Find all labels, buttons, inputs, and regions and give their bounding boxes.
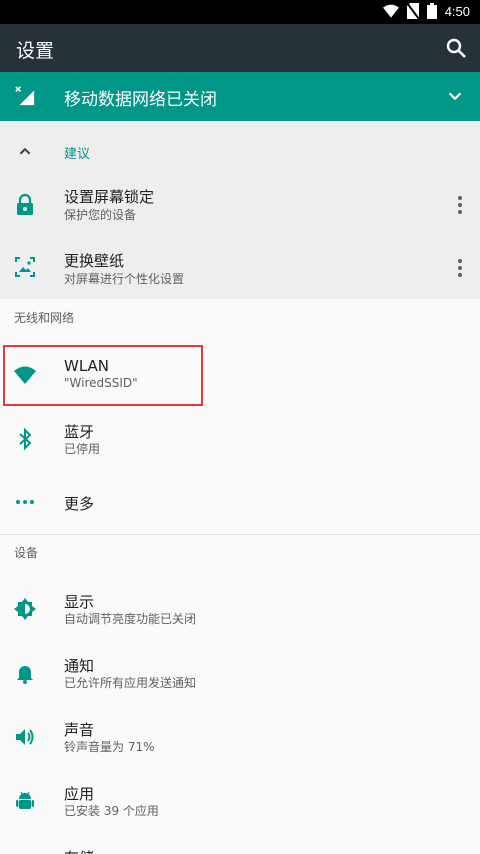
section-header-device: 设备 xyxy=(14,546,39,560)
battery-icon xyxy=(426,3,437,19)
suggestion-wallpaper[interactable]: 更换壁纸 对屏幕进行个性化设置 xyxy=(0,237,480,299)
display-title: 显示 xyxy=(64,593,95,611)
settings-item-bluetooth[interactable]: 蓝牙 已停用 xyxy=(0,408,480,470)
highlight-box xyxy=(3,345,203,406)
search-icon[interactable] xyxy=(444,36,468,60)
page-title: 设置 xyxy=(16,40,55,62)
mobile-data-off-banner[interactable]: 移动数据网络已关闭 xyxy=(0,72,480,121)
banner-text: 移动数据网络已关闭 xyxy=(64,90,217,110)
bell-icon xyxy=(17,666,33,684)
suggestion-title: 设置屏幕锁定 xyxy=(64,188,155,206)
wallpaper-icon xyxy=(15,257,35,277)
clock: 4:50 xyxy=(444,3,470,19)
suggestion-subtitle: 对屏幕进行个性化设置 xyxy=(64,272,185,286)
storage-title: 存储 xyxy=(64,847,94,854)
notifications-subtitle: 已允许所有应用发送通知 xyxy=(64,676,197,690)
brightness-icon xyxy=(14,598,36,620)
status-bar: 4:50 xyxy=(0,0,480,24)
status-icons: 4:50 xyxy=(382,3,470,19)
section-divider xyxy=(0,534,480,535)
more-title: 更多 xyxy=(64,495,95,513)
bluetooth-subtitle: 已停用 xyxy=(64,442,101,456)
app-bar: 设置 xyxy=(0,24,480,72)
settings-item-sound[interactable]: 声音 铃声音量为 71% xyxy=(0,706,480,768)
mobile-data-off-icon xyxy=(15,86,35,106)
apps-title: 应用 xyxy=(64,785,95,803)
notifications-title: 通知 xyxy=(64,657,95,675)
lock-icon xyxy=(17,193,33,215)
section-header-wireless: 无线和网络 xyxy=(14,311,75,325)
chevron-up-icon[interactable] xyxy=(14,140,36,162)
sound-subtitle: 铃声音量为 71% xyxy=(64,740,155,754)
settings-item-more[interactable]: 更多 xyxy=(0,471,480,533)
settings-item-display[interactable]: 显示 自动调节亮度功能已关闭 xyxy=(0,578,480,640)
more-horiz-icon xyxy=(16,500,34,504)
apps-subtitle: 已安装 39 个应用 xyxy=(64,804,159,818)
bluetooth-icon xyxy=(19,427,32,451)
wifi-signal-icon xyxy=(382,4,399,18)
no-sim-icon xyxy=(406,3,419,19)
bluetooth-title: 蓝牙 xyxy=(64,423,95,441)
suggestion-subtitle: 保护您的设备 xyxy=(64,208,137,222)
settings-item-notifications[interactable]: 通知 已允许所有应用发送通知 xyxy=(0,642,480,704)
settings-item-storage[interactable]: 存储 xyxy=(0,834,480,854)
settings-item-apps[interactable]: 应用 已安装 39 个应用 xyxy=(0,770,480,832)
sound-title: 声音 xyxy=(64,721,95,739)
android-icon xyxy=(16,791,34,809)
suggestion-title: 更换壁纸 xyxy=(64,252,125,270)
suggestions-panel: 建议 设置屏幕锁定 保护您的设备 更换壁纸 对屏幕进行个性化设置 xyxy=(0,121,480,299)
display-subtitle: 自动调节亮度功能已关闭 xyxy=(64,612,197,626)
more-vert-icon[interactable] xyxy=(450,256,470,280)
more-vert-icon[interactable] xyxy=(450,193,470,217)
volume-icon xyxy=(16,729,34,745)
suggestions-header: 建议 xyxy=(64,147,91,162)
suggestion-screen-lock[interactable]: 设置屏幕锁定 保护您的设备 xyxy=(0,173,480,237)
chevron-down-icon[interactable] xyxy=(444,85,466,107)
